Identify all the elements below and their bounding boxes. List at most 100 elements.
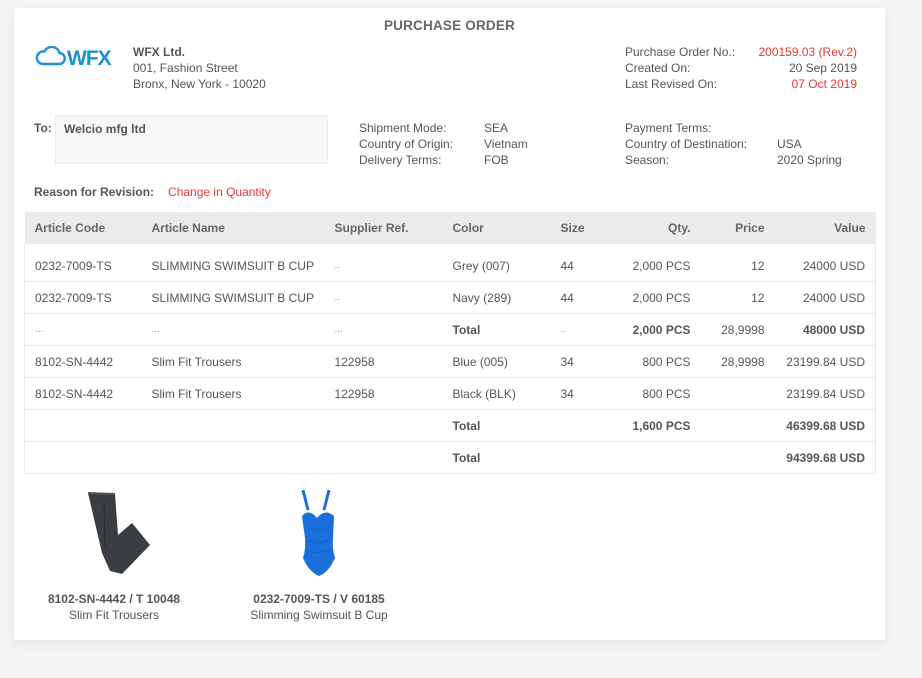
cell-qty: 2,000 PCS — [600, 281, 701, 314]
cell-price: 28,9998 — [700, 313, 775, 346]
cell-total-qty: 2,000 PCS — [600, 313, 701, 346]
cell-price — [700, 441, 775, 474]
cell-size: 34 — [550, 345, 601, 378]
shipment-info: Shipment Mode: SEA Country of Origin: Viet… — [359, 120, 528, 168]
cell-total-label: Total — [442, 313, 551, 346]
cell-supplier-ref: .. — [324, 244, 443, 282]
season-value: 2020 Spring — [777, 153, 842, 167]
to-label: To: — [34, 121, 52, 135]
delivery-terms-value: FOB — [484, 153, 509, 167]
cell-size: 44 — [550, 244, 601, 282]
country-destination-value: USA — [777, 137, 802, 151]
cell-price: 12 — [700, 281, 775, 314]
cell-supplier-ref: .. — [324, 281, 443, 314]
po-number-value: 200159.03 (Rev.2) — [758, 45, 857, 59]
cell-color: Black (BLK) — [442, 377, 551, 410]
cell-article-name: SLIMMING SWIMSUIT B CUP — [141, 281, 325, 314]
product-card: 0232-7009-TS / V 60185 Slimming Swimsuit… — [239, 486, 399, 623]
cell-article-code: 8102-SN-4442 — [24, 377, 142, 410]
cell-supplier-ref — [324, 409, 443, 442]
cell-total-label: Total — [442, 441, 551, 474]
cell-total-value: 48000 USD — [774, 313, 876, 346]
subtotal-row: Total 1,600 PCS 46399.68 USD — [24, 409, 876, 442]
cell-article-code — [24, 441, 142, 474]
cell-total-qty: 1,600 PCS — [600, 409, 701, 442]
table-row: 0232-7009-TS SLIMMING SWIMSUIT B CUP .. … — [24, 281, 876, 314]
cell-supplier-ref: 122958 — [324, 377, 443, 410]
payment-terms-label: Payment Terms: — [625, 121, 712, 135]
cell-total-label: Total — [442, 409, 551, 442]
cell-size — [550, 409, 601, 442]
cell-article-name — [141, 409, 325, 442]
cell-article-name: Slim Fit Trousers — [141, 345, 325, 378]
cloud-icon — [34, 45, 66, 71]
to-recipient-box: Welcio mfg ltd — [55, 115, 328, 164]
cell-size: .. — [550, 313, 601, 346]
wfx-logo: WFX — [34, 45, 112, 71]
product-thumbnails: 8102-SN-4442 / T 10048 Slim Fit Trousers… — [34, 486, 399, 623]
cell-article-code: 0232-7009-TS — [24, 281, 142, 314]
cell-price — [700, 409, 775, 442]
column-header-supplier-ref: Supplier Ref. — [324, 212, 443, 244]
cell-size — [550, 441, 601, 474]
company-address-line2: Bronx, New York - 10020 — [133, 77, 266, 91]
cell-qty: 2,000 PCS — [600, 244, 701, 282]
cell-price: 28,9998 — [700, 345, 775, 378]
cell-size: 34 — [550, 377, 601, 410]
revision-reason-label: Reason for Revision: — [34, 185, 155, 199]
cell-article-name: ... — [141, 313, 325, 346]
column-header-article-name: Article Name — [141, 212, 325, 244]
cell-article-code: 8102-SN-4442 — [24, 345, 142, 378]
company-info: WFX Ltd. 001, Fashion Street Bronx, New … — [133, 44, 266, 92]
cell-total-value: 46399.68 USD — [774, 409, 876, 442]
table-header-row: Article Code Article Name Supplier Ref. … — [24, 212, 876, 244]
swimsuit-image — [239, 486, 399, 581]
product-code: 0232-7009-TS / V 60185 — [253, 592, 385, 606]
last-revised-value: 07 Oct 2019 — [791, 77, 857, 91]
cell-article-code — [24, 409, 142, 442]
revision-reason-value: Change in Quantity — [168, 185, 271, 199]
country-origin-label: Country of Origin: — [359, 137, 454, 151]
cell-qty: 800 PCS — [600, 377, 701, 410]
cell-color: Grey (007) — [442, 244, 551, 282]
cell-color: Navy (289) — [442, 281, 551, 314]
cell-article-name: Slim Fit Trousers — [141, 377, 325, 410]
cell-supplier-ref: 122958 — [324, 345, 443, 378]
column-header-value: Value — [774, 212, 876, 244]
column-header-article-code: Article Code — [24, 212, 142, 244]
table-row: 0232-7009-TS SLIMMING SWIMSUIT B CUP .. … — [24, 244, 876, 282]
column-header-color: Color — [442, 212, 551, 244]
page-title: PURCHASE ORDER — [383, 18, 516, 33]
cell-value: 24000 USD — [774, 244, 876, 282]
cell-price: 12 — [700, 244, 775, 282]
country-origin-value: Vietnam — [484, 137, 528, 151]
cell-value: 23199.84 USD — [774, 377, 876, 410]
product-name: Slim Fit Trousers — [68, 608, 159, 622]
cell-qty: 800 PCS — [600, 345, 701, 378]
cell-value: 24000 USD — [774, 281, 876, 314]
cell-total-qty — [600, 441, 701, 474]
logo-text: WFX — [67, 46, 112, 70]
product-card: 8102-SN-4442 / T 10048 Slim Fit Trousers — [34, 486, 194, 623]
company-name: WFX Ltd. — [133, 45, 185, 59]
delivery-terms-label: Delivery Terms: — [359, 153, 442, 167]
shipment-mode-label: Shipment Mode: — [359, 121, 447, 135]
created-on-value: 20 Sep 2019 — [788, 61, 857, 75]
cell-article-code: ... — [24, 313, 142, 346]
purchase-order-sheet: PURCHASE ORDER WFX WFX Ltd. 001, Fashion… — [14, 8, 885, 640]
subtotal-row: ... ... ... Total .. 2,000 PCS 28,9998 4… — [24, 313, 876, 346]
column-header-size: Size — [550, 212, 601, 244]
column-header-price: Price — [700, 212, 775, 244]
column-header-qty: Qty. — [600, 212, 701, 244]
cell-article-code: 0232-7009-TS — [24, 244, 142, 282]
country-destination-label: Country of Destination: — [625, 137, 748, 151]
season-label: Season: — [625, 153, 670, 167]
table-row: 8102-SN-4442 Slim Fit Trousers 122958 Bl… — [24, 345, 876, 378]
order-lines-table: Article Code Article Name Supplier Ref. … — [24, 212, 876, 474]
cell-size: 44 — [550, 281, 601, 314]
po-info: Purchase Order No.: 200159.03 (Rev.2) Cre… — [625, 44, 857, 92]
cell-supplier-ref: ... — [324, 313, 443, 346]
cell-price — [700, 377, 775, 410]
cell-article-name — [141, 441, 325, 474]
product-code: 8102-SN-4442 / T 10048 — [47, 592, 181, 606]
